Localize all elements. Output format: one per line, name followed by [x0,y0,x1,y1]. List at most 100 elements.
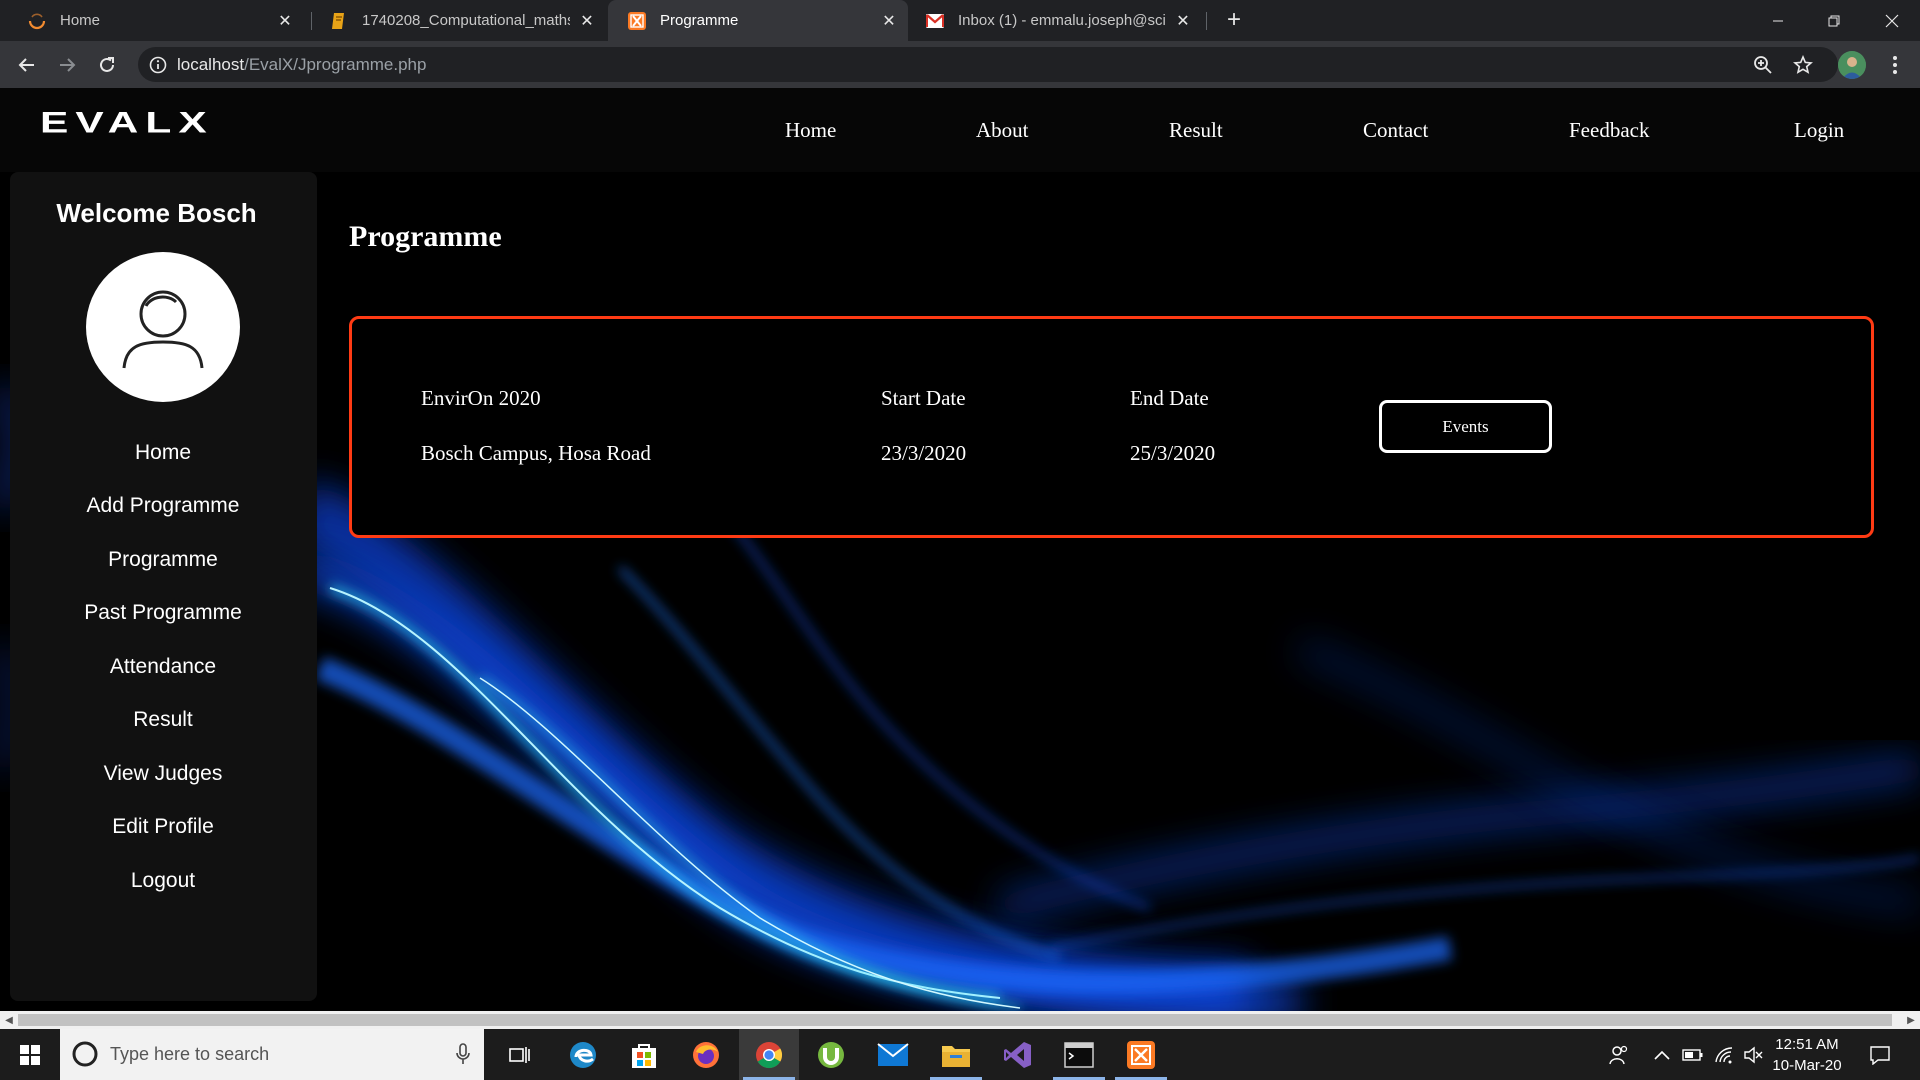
profile-avatar[interactable] [1838,51,1866,79]
document-icon [330,12,348,30]
xampp-icon [1127,1040,1155,1069]
taskbar-search-input[interactable]: Type here to search [60,1029,484,1080]
tab-home[interactable]: Home ✕ [8,0,304,41]
microphone-icon[interactable] [456,1043,470,1065]
store-bag-icon [632,1043,656,1068]
sidebar-item-programme[interactable]: Programme [12,548,314,572]
end-date-label: End Date [1130,386,1209,410]
close-icon[interactable]: ✕ [576,10,598,32]
address-bar[interactable]: localhost/EvalX/Jprogramme.php [138,47,1838,82]
xampp-icon [628,11,646,30]
chevron-up-icon[interactable] [1650,1043,1674,1067]
visual-studio-icon [1004,1041,1031,1068]
logo-image: EVALX [40,106,207,139]
tab-programme[interactable]: Programme ✕ [608,0,908,41]
taskbar-mail[interactable] [863,1029,923,1080]
profile-picture [86,252,240,402]
close-icon[interactable]: ✕ [878,10,900,32]
task-view-icon [509,1046,530,1063]
battery-icon[interactable] [1681,1043,1705,1067]
sidebar-item-edit-profile[interactable]: Edit Profile [12,815,314,839]
terminal-icon [1064,1041,1094,1068]
tab-inbox[interactable]: Inbox (1) - emmalu.joseph@scien ✕ [906,0,1202,41]
minimize-icon [1773,20,1783,21]
sidebar-item-past-programme[interactable]: Past Programme [12,601,314,625]
people-icon[interactable] [1607,1043,1631,1067]
close-icon[interactable]: ✕ [1172,10,1194,32]
programme-card [349,316,1874,538]
windows-taskbar: Type here to search 12:51 AM 10-Mar-20 [0,1029,1920,1080]
tab-title: Programme [660,12,739,29]
tab-title: Inbox (1) - emmalu.joseph@scien [958,12,1166,29]
taskbar-utorrent[interactable] [801,1029,861,1080]
menu-button[interactable] [1880,50,1910,80]
notification-icon[interactable] [1868,1043,1892,1067]
sidebar-item-result[interactable]: Result [12,708,314,732]
sidebar-item-add-programme[interactable]: Add Programme [12,494,314,518]
info-icon[interactable] [148,55,168,75]
nav-home[interactable]: Home [785,118,836,143]
mail-icon [877,1042,909,1066]
new-tab-button[interactable]: + [1220,6,1248,34]
horizontal-scrollbar[interactable]: ◀ ▶ [0,1011,1920,1029]
page-title: Programme [349,220,502,253]
url-host: localhost [177,54,245,74]
chrome-icon [756,1041,783,1068]
taskbar-visual-studio[interactable] [988,1029,1048,1080]
utorrent-icon [818,1041,844,1068]
taskbar-firefox[interactable] [676,1029,736,1080]
sidebar-item-attendance[interactable]: Attendance [12,655,314,679]
edge-icon [570,1041,596,1068]
sidebar-item-view-judges[interactable]: View Judges [12,762,314,786]
bookmark-button[interactable] [1788,50,1818,80]
close-icon[interactable]: ✕ [274,10,296,32]
close-window-button[interactable] [1864,0,1920,41]
taskbar-clock[interactable]: 12:51 AM 10-Mar-20 [1766,1034,1848,1076]
start-date-label: Start Date [881,386,966,410]
taskbar-store[interactable] [614,1029,674,1080]
nav-login[interactable]: Login [1794,118,1844,143]
events-button[interactable]: Events [1379,400,1552,453]
tab-computational-maths[interactable]: 1740208_Computational_maths ✕ [310,0,606,41]
clock-time: 12:51 AM [1775,1036,1839,1053]
url-path: /EvalX/Jprogramme.php [244,54,427,74]
site-navbar: EVALX Home About Result Contact Feedback… [0,88,1920,172]
start-button[interactable] [0,1029,60,1080]
nav-contact[interactable]: Contact [1363,118,1428,143]
evalx-logo[interactable]: EVALX [40,106,252,147]
speaker-muted-icon[interactable] [1741,1043,1765,1067]
sidebar-item-logout[interactable]: Logout [12,869,314,893]
taskbar-terminal[interactable] [1049,1029,1109,1080]
programme-venue: Bosch Campus, Hosa Road [421,441,651,465]
taskbar-file-explorer[interactable] [926,1029,986,1080]
nav-feedback[interactable]: Feedback [1569,118,1649,143]
nav-result[interactable]: Result [1169,118,1223,143]
zoom-icon [1754,56,1772,74]
forward-button[interactable] [52,50,82,80]
taskbar-edge[interactable] [553,1029,613,1080]
restore-button[interactable] [1806,0,1862,41]
tab-separator [1206,12,1207,30]
taskbar-chrome[interactable] [739,1029,799,1080]
back-button[interactable] [12,50,42,80]
nav-about[interactable]: About [976,118,1029,143]
wifi-icon[interactable] [1712,1043,1736,1067]
firefox-icon [693,1041,719,1068]
zoom-button[interactable] [1748,50,1778,80]
reload-button[interactable] [92,50,122,80]
sidebar-item-home[interactable]: Home [12,441,314,465]
scroll-left-arrow-icon[interactable]: ◀ [0,1011,18,1029]
avatar-icon [1838,51,1866,79]
scrollbar-thumb[interactable] [18,1014,1892,1026]
browser-tab-strip: Home ✕ 1740208_Computational_maths ✕ Pro… [0,0,1920,41]
url-text: localhost/EvalX/Jprogramme.php [177,55,426,75]
search-placeholder: Type here to search [110,1044,270,1064]
minimize-button[interactable] [1750,0,1806,41]
arrow-left-icon [18,58,34,72]
page-content: EVALX Home About Result Contact Feedback… [0,88,1920,1011]
end-date-value: 25/3/2020 [1130,441,1216,465]
scroll-right-arrow-icon[interactable]: ▶ [1902,1011,1920,1029]
restore-icon [1828,15,1840,26]
taskbar-xampp[interactable] [1111,1029,1171,1080]
task-view-button[interactable] [490,1029,550,1080]
